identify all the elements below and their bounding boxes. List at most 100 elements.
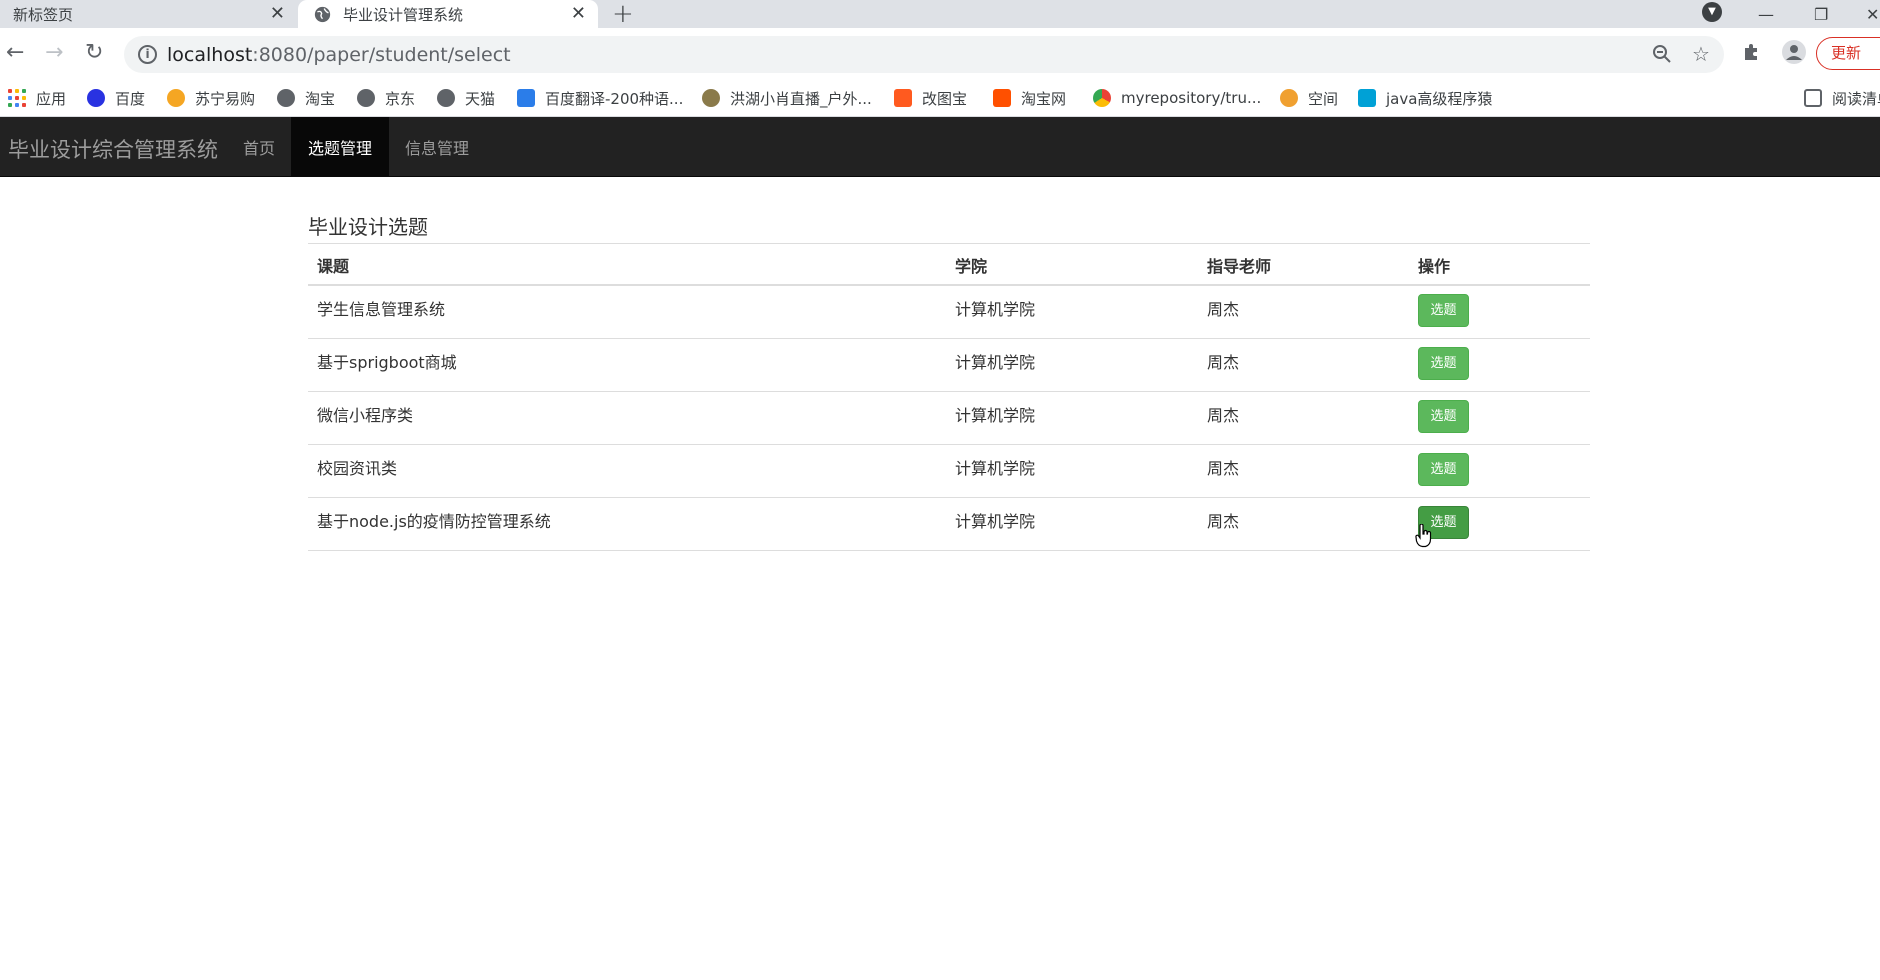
nav-topic-management[interactable]: 选题管理: [291, 117, 390, 176]
select-topic-button[interactable]: 选题: [1418, 399, 1469, 433]
bookmark-label: 洪湖小肖直播_户外...: [730, 89, 872, 108]
nav-info-management[interactable]: 信息管理: [388, 117, 486, 176]
select-topic-button[interactable]: 选题: [1418, 294, 1469, 327]
globe-icon: [314, 6, 331, 22]
cell-college: 计算机学院: [946, 497, 1198, 551]
qzone-icon: [1280, 89, 1298, 107]
tab-title: 新标签页: [13, 5, 74, 24]
bookmark-suning[interactable]: 苏宁易购: [167, 87, 255, 109]
page-title: 毕业设计选题: [308, 215, 428, 239]
tab-search-icon[interactable]: ▼: [1702, 2, 1722, 22]
globe-icon: [277, 89, 295, 107]
bookmark-taobao-net[interactable]: 淘宝网: [993, 87, 1066, 109]
bookmark-label: 百度: [115, 89, 146, 108]
minimize-icon[interactable]: —: [1758, 0, 1774, 28]
bookmark-taobao[interactable]: 淘宝: [277, 87, 335, 109]
table-row: 基于node.js的疫情防控管理系统 计算机学院 周杰 选题: [308, 497, 1590, 551]
cell-topic: 校园资讯类: [308, 444, 946, 498]
app-navbar: 毕业设计综合管理系统 首页 选题管理 信息管理: [0, 117, 1880, 177]
address-bar[interactable]: i localhost:8080/paper/student/select ☆: [124, 36, 1724, 73]
header-topic: 课题: [308, 246, 946, 286]
bookmark-label: java高级程序猿: [1386, 89, 1493, 108]
bookmark-baidu-translate[interactable]: 百度翻译-200种语...: [517, 87, 683, 109]
tab-new-tab[interactable]: 新标签页 ✕: [0, 0, 297, 28]
update-button[interactable]: 更新: [1816, 37, 1880, 70]
divider: [308, 243, 1590, 244]
bookmark-honghu-live[interactable]: 洪湖小肖直播_户外...: [702, 87, 872, 109]
bookmark-label: 百度翻译-200种语...: [545, 89, 684, 108]
zoom-icon[interactable]: [1652, 44, 1672, 69]
gaitubao-icon: [894, 89, 912, 107]
close-icon[interactable]: ✕: [571, 3, 586, 24]
bookmark-myrepository[interactable]: myrepository/tru...: [1093, 87, 1261, 109]
url-host: localhost: [167, 44, 253, 66]
bookmarks-bar: 应用 百度 苏宁易购 淘宝 京东 天猫 百度翻译-200种语... 洪湖小肖直播…: [0, 80, 1880, 117]
reload-icon[interactable]: ↻: [85, 40, 103, 65]
select-topic-button[interactable]: 选题: [1418, 346, 1469, 380]
bookmark-jd[interactable]: 京东: [357, 87, 415, 109]
cell-teacher: 周杰: [1198, 497, 1409, 551]
bookmark-qzone[interactable]: 空间: [1280, 87, 1338, 109]
cell-college: 计算机学院: [946, 338, 1198, 392]
back-arrow-icon[interactable]: ←: [6, 40, 24, 65]
forward-arrow-icon[interactable]: →: [45, 40, 63, 65]
cell-topic: 微信小程序类: [308, 391, 946, 445]
apps-grid-icon: [8, 89, 26, 107]
translate-icon: [517, 89, 535, 107]
bookmark-star-icon[interactable]: ☆: [1692, 42, 1710, 66]
bookmark-label: 苏宁易购: [195, 89, 256, 108]
suning-icon: [167, 89, 185, 107]
tab-title: 毕业设计管理系统: [343, 5, 464, 24]
browser-tab-strip: 新标签页 ✕ 毕业设计管理系统 ✕ + ▼ — ❐ ✕: [0, 0, 1880, 29]
table-row: 学生信息管理系统 计算机学院 周杰 选题: [308, 285, 1590, 339]
bookmark-label: 改图宝: [922, 89, 968, 108]
chrome-icon: [1093, 89, 1111, 107]
hand-cursor-icon: [1415, 524, 1432, 548]
nav-home[interactable]: 首页: [226, 117, 292, 176]
globe-icon: [357, 89, 375, 107]
url-path: :8080/paper/student/select: [252, 44, 511, 66]
select-topic-button[interactable]: 选题: [1418, 452, 1469, 486]
bookmark-tmall[interactable]: 天猫: [437, 87, 495, 109]
bookmark-label: 天猫: [465, 89, 496, 108]
cell-teacher: 周杰: [1198, 444, 1409, 498]
site-info-icon[interactable]: i: [138, 45, 157, 64]
cell-teacher: 周杰: [1198, 285, 1409, 339]
tab-graduation-system[interactable]: 毕业设计管理系统 ✕: [298, 0, 598, 28]
baidu-paw-icon: [87, 89, 105, 107]
bookmark-baidu[interactable]: 百度: [87, 87, 145, 109]
table-row: 基于sprigboot商城 计算机学院 周杰 选题: [308, 338, 1590, 392]
extensions-puzzle-icon[interactable]: [1742, 42, 1762, 68]
bilibili-icon: [1358, 89, 1376, 107]
bookmark-apps[interactable]: 应用: [8, 87, 66, 109]
reading-list-icon: [1804, 89, 1822, 107]
cell-teacher: 周杰: [1198, 338, 1409, 392]
brand-title[interactable]: 毕业设计综合管理系统: [8, 134, 218, 164]
cell-action: 选题: [1409, 338, 1590, 392]
url-text[interactable]: localhost:8080/paper/student/select: [167, 44, 511, 66]
bookmark-label: myrepository/tru...: [1121, 89, 1262, 107]
cell-topic: 学生信息管理系统: [308, 285, 946, 339]
cell-college: 计算机学院: [946, 285, 1198, 339]
cell-action: 选题: [1409, 444, 1590, 498]
browser-toolbar: ← → ↻ i localhost:8080/paper/student/sel…: [0, 28, 1880, 80]
cell-college: 计算机学院: [946, 391, 1198, 445]
bookmark-java[interactable]: java高级程序猿: [1358, 87, 1492, 109]
close-window-icon[interactable]: ✕: [1866, 0, 1879, 28]
new-tab-plus-icon[interactable]: +: [612, 0, 634, 29]
bird-icon: [702, 89, 720, 107]
header-college: 学院: [946, 246, 1198, 286]
cell-teacher: 周杰: [1198, 391, 1409, 445]
bookmark-label: 空间: [1308, 89, 1339, 108]
reading-list-label: 阅读清单: [1832, 89, 1880, 108]
header-teacher: 指导老师: [1198, 246, 1409, 286]
profile-avatar-icon[interactable]: [1782, 40, 1806, 70]
cell-topic: 基于node.js的疫情防控管理系统: [308, 497, 946, 551]
reading-list[interactable]: 阅读清单: [1804, 87, 1880, 109]
table-header-row: 课题 学院 指导老师 操作: [308, 246, 1590, 286]
restore-icon[interactable]: ❐: [1814, 0, 1828, 28]
bookmark-gaitubao[interactable]: 改图宝: [894, 87, 967, 109]
close-icon[interactable]: ✕: [270, 3, 285, 24]
bookmark-label: 淘宝: [305, 89, 336, 108]
cell-action: 选题: [1409, 391, 1590, 445]
